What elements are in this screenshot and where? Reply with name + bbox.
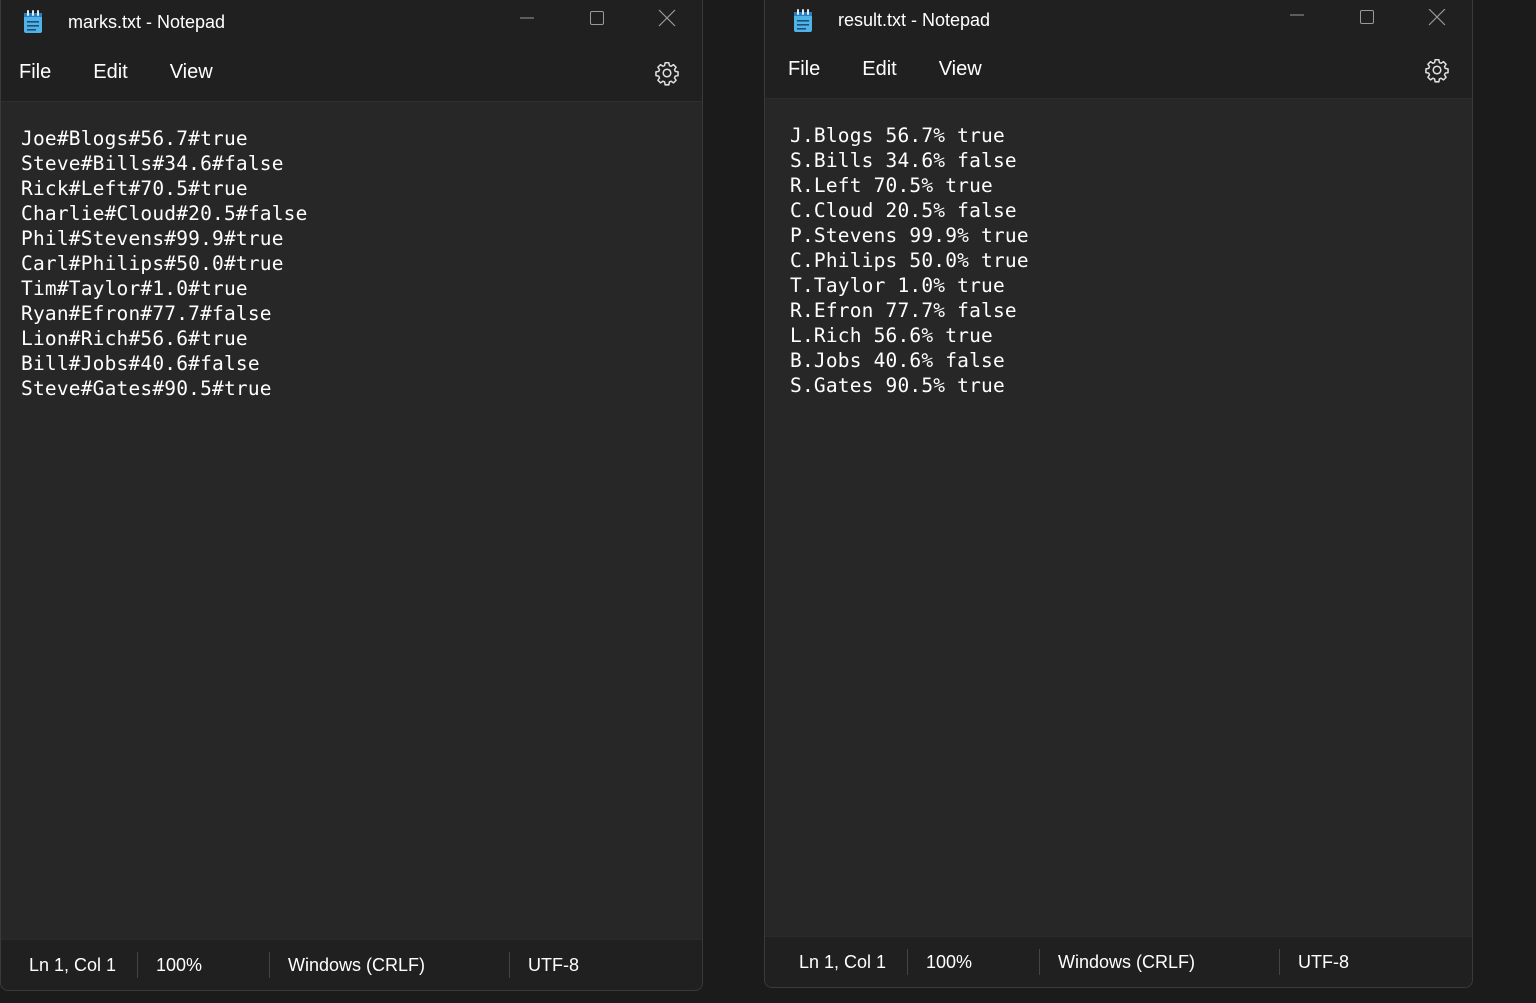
text-line: Lion#Rich#56.6#true	[21, 327, 248, 350]
text-line: C.Cloud 20.5% false	[790, 199, 1017, 222]
text-line: T.Taylor 1.0% true	[790, 274, 1005, 297]
menu-file[interactable]: File	[788, 52, 820, 87]
minimize-icon	[1290, 14, 1304, 16]
desktop: marks.txt - Notepad File Edit View Joe#B…	[0, 0, 1536, 1003]
text-line: Bill#Jobs#40.6#false	[21, 352, 260, 375]
notepad-icon	[22, 10, 44, 34]
menu-view[interactable]: View	[170, 55, 213, 90]
text-editor[interactable]: Joe#Blogs#56.7#true Steve#Bills#34.6#fal…	[1, 102, 702, 939]
text-line: B.Jobs 40.6% false	[790, 349, 1005, 372]
status-cursor-position[interactable]: Ln 1, Col 1	[1, 952, 137, 978]
status-line-ending[interactable]: Windows (CRLF)	[1039, 949, 1279, 975]
text-line: Steve#Gates#90.5#true	[21, 377, 272, 400]
notepad-icon	[792, 8, 814, 33]
caption-buttons	[1262, 0, 1472, 36]
text-line: Ryan#Efron#77.7#false	[21, 302, 272, 325]
status-bar: Ln 1, Col 1 100% Windows (CRLF) UTF-8	[1, 939, 702, 990]
caption-buttons	[492, 0, 702, 36]
settings-button[interactable]	[1424, 57, 1450, 83]
window-title: marks.txt - Notepad	[68, 11, 226, 32]
text-line: S.Bills 34.6% false	[790, 149, 1017, 172]
title-bar[interactable]: result.txt - Notepad	[765, 0, 1472, 41]
menu-view[interactable]: View	[939, 52, 982, 87]
title-bar[interactable]: marks.txt - Notepad	[1, 0, 702, 44]
status-zoom[interactable]: 100%	[137, 952, 269, 978]
close-icon	[1428, 9, 1446, 26]
minimize-button[interactable]	[492, 0, 562, 36]
gear-icon	[655, 61, 679, 86]
text-line: R.Left 70.5% true	[790, 174, 993, 197]
text-line: R.Efron 77.7% false	[790, 299, 1017, 322]
status-zoom[interactable]: 100%	[907, 949, 1039, 975]
text-line: J.Blogs 56.7% true	[790, 124, 1005, 147]
window-title: result.txt - Notepad	[838, 10, 991, 30]
notepad-window-marks[interactable]: marks.txt - Notepad File Edit View Joe#B…	[0, 0, 703, 991]
status-encoding[interactable]: UTF-8	[1279, 949, 1429, 975]
text-line: Phil#Stevens#99.9#true	[21, 227, 284, 250]
status-encoding[interactable]: UTF-8	[509, 952, 659, 978]
maximize-icon	[590, 11, 604, 25]
menu-edit[interactable]: Edit	[93, 55, 127, 90]
menu-bar: File Edit View	[765, 41, 1472, 99]
text-line: C.Philips 50.0% true	[790, 249, 1029, 272]
notepad-window-result[interactable]: result.txt - Notepad File Edit View J.Bl…	[764, 0, 1473, 988]
gear-icon	[1425, 58, 1449, 83]
maximize-button[interactable]	[1332, 0, 1402, 36]
close-button[interactable]	[632, 0, 702, 36]
minimize-icon	[520, 17, 534, 19]
text-line: Steve#Bills#34.6#false	[21, 152, 284, 175]
maximize-icon	[1360, 10, 1374, 24]
menu-bar: File Edit View	[1, 44, 702, 102]
minimize-button[interactable]	[1262, 0, 1332, 36]
text-line: Joe#Blogs#56.7#true	[21, 127, 248, 150]
text-line: Rick#Left#70.5#true	[21, 177, 248, 200]
text-line: Carl#Philips#50.0#true	[21, 252, 284, 275]
text-line: Charlie#Cloud#20.5#false	[21, 202, 308, 225]
menu-file[interactable]: File	[19, 55, 51, 90]
text-line: P.Stevens 99.9% true	[790, 224, 1029, 247]
status-line-ending[interactable]: Windows (CRLF)	[269, 952, 509, 978]
text-line: Tim#Taylor#1.0#true	[21, 277, 248, 300]
status-cursor-position[interactable]: Ln 1, Col 1	[765, 949, 907, 975]
close-button[interactable]	[1402, 0, 1472, 36]
text-line: S.Gates 90.5% true	[790, 374, 1005, 397]
text-line: L.Rich 56.6% true	[790, 324, 993, 347]
menu-edit[interactable]: Edit	[862, 52, 896, 87]
close-icon	[658, 9, 676, 27]
text-editor[interactable]: J.Blogs 56.7% true S.Bills 34.6% false R…	[765, 99, 1472, 936]
status-bar: Ln 1, Col 1 100% Windows (CRLF) UTF-8	[765, 936, 1472, 987]
maximize-button[interactable]	[562, 0, 632, 36]
settings-button[interactable]	[654, 60, 680, 86]
